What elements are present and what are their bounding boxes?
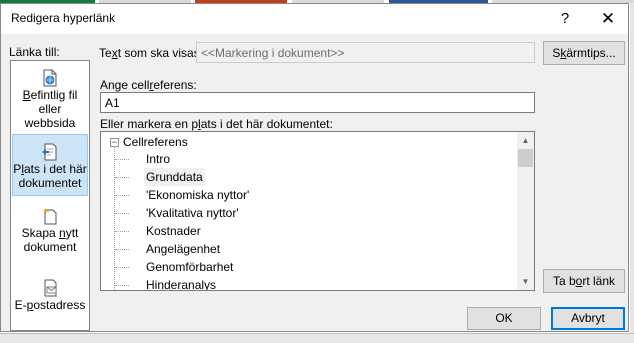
close-button[interactable]: ✕ (593, 7, 623, 31)
tree-connector (115, 267, 129, 268)
email-icon (44, 279, 57, 297)
tree-connector (115, 195, 129, 196)
link-to-label: Länka till: (9, 45, 60, 59)
tree-root-label[interactable]: Cellreferens (123, 135, 188, 149)
tree-item-label: Kostnader (146, 224, 201, 238)
tree-item-label: Intro (146, 152, 171, 166)
place-in-document-icon (42, 143, 57, 161)
tree-connector (115, 177, 129, 178)
cancel-button[interactable]: Avbryt (551, 307, 625, 330)
create-new-document-icon (42, 208, 57, 225)
tree-item-label: Hinderanalys (146, 278, 217, 291)
link-email-address[interactable]: E-postadress (12, 279, 88, 319)
tree-item-label: 'Kvalitativa nyttor' (146, 206, 239, 220)
tree-connector (115, 249, 129, 250)
dialog-title: Redigera hyperlänk (11, 11, 116, 25)
place-tree[interactable]: − Cellreferens Intro Grunddata 'Ekonomis… (100, 131, 535, 291)
ok-button[interactable]: OK (467, 307, 541, 330)
cell-reference-input[interactable]: A1 (100, 92, 535, 113)
tree-item-label: Angelägenhet (146, 242, 221, 256)
tree-connector (115, 231, 129, 232)
remove-link-button[interactable]: Ta bort länk (543, 269, 625, 293)
cell-reference-label: Ange cellreferens: (100, 78, 197, 92)
link-to-bar: Befintlig fil eller webbsida Plats i det… (10, 60, 90, 331)
display-text-field[interactable]: <<Markering i dokument>> (196, 42, 535, 63)
tree-connector (115, 285, 129, 286)
link-place-in-document-label: Plats i det här dokumentet (13, 162, 87, 190)
tree-connector (115, 159, 129, 160)
tree-scrollbar[interactable]: ▲ ▼ (517, 132, 534, 290)
link-existing-file[interactable]: Befintlig fil eller webbsida (12, 69, 88, 133)
link-email-address-label: E-postadress (14, 298, 86, 312)
scroll-up-icon[interactable]: ▲ (517, 132, 534, 149)
title-bar: Redigera hyperlänk ? ✕ (1, 4, 628, 34)
existing-file-icon (43, 69, 57, 87)
link-place-in-document[interactable]: Plats i det här dokumentet (12, 134, 88, 196)
scroll-down-icon[interactable]: ▼ (517, 273, 534, 290)
tree-connector-line (114, 146, 115, 290)
help-button[interactable]: ? (550, 7, 580, 31)
background-sheet-edge (630, 3, 634, 342)
display-text-label: Text som ska visas: (99, 46, 204, 60)
link-create-new-document[interactable]: Skapa nytt dokument (12, 207, 88, 257)
tree-item-label: Grunddata (144, 168, 205, 186)
tree-item-label: 'Ekonomiska nyttor' (146, 188, 250, 202)
tree-connector (115, 213, 129, 214)
link-existing-file-label: Befintlig fil eller webbsida (22, 88, 78, 130)
tree-item-label: Genomförbarhet (146, 260, 234, 274)
screentip-button[interactable]: Skärmtips... (543, 41, 625, 65)
scrollbar-thumb[interactable] (518, 149, 533, 167)
edit-hyperlink-dialog: Redigera hyperlänk ? ✕ Länka till: Befin… (0, 3, 629, 332)
place-list-label: Eller markera en plats i det här dokumen… (100, 117, 333, 131)
link-create-new-document-label: Skapa nytt dokument (21, 226, 79, 254)
